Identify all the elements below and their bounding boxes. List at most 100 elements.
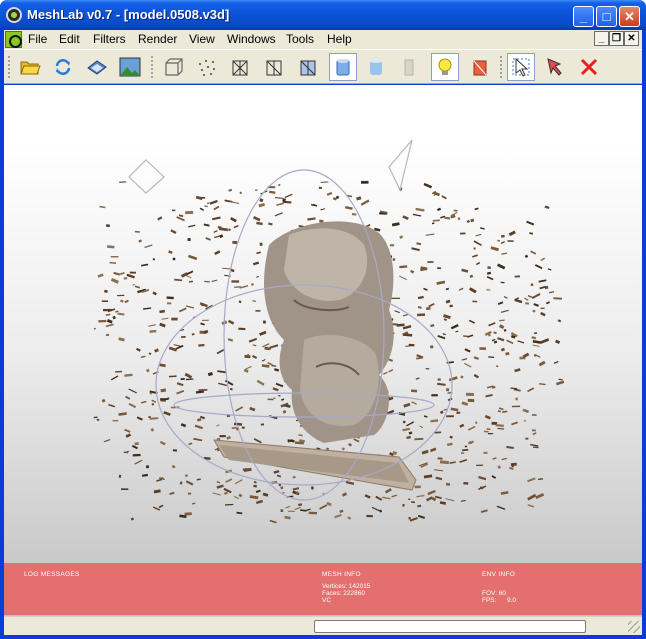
- point-speck: [276, 474, 282, 478]
- menu-render[interactable]: Render: [138, 32, 177, 46]
- point-speck: [411, 389, 418, 393]
- point-speck: [261, 359, 266, 362]
- menu-file[interactable]: File: [28, 32, 47, 46]
- point-speck: [423, 182, 433, 189]
- point-speck: [529, 232, 534, 235]
- wireframe-icon[interactable]: [226, 53, 254, 81]
- menu-view[interactable]: View: [189, 32, 215, 46]
- point-speck: [412, 213, 422, 217]
- point-speck: [414, 485, 421, 489]
- reload-icon[interactable]: [49, 53, 77, 81]
- menu-help[interactable]: Help: [327, 32, 352, 46]
- point-speck: [473, 356, 479, 360]
- mesh-info-header: MESH INFO: [322, 571, 361, 578]
- select-faces-icon[interactable]: [507, 53, 535, 81]
- mdi-minimize-button[interactable]: _: [594, 31, 609, 46]
- maximize-button[interactable]: □: [596, 6, 617, 27]
- point-speck: [514, 298, 523, 304]
- point-speck: [146, 465, 150, 469]
- point-speck: [256, 221, 263, 226]
- point-speck: [345, 480, 355, 485]
- point-speck: [213, 230, 218, 233]
- point-speck: [99, 205, 106, 209]
- close-button[interactable]: ✕: [619, 6, 640, 27]
- title-bar[interactable]: MeshLab v0.7 - [model.0508.v3d] _ □ ✕: [0, 0, 646, 30]
- point-speck: [117, 294, 125, 297]
- point-speck: [103, 289, 108, 294]
- point-speck: [171, 464, 176, 469]
- point-speck: [298, 503, 303, 507]
- mesh-render[interactable]: [4, 85, 642, 563]
- point-speck: [168, 375, 177, 378]
- point-speck: [503, 329, 507, 332]
- minimize-button[interactable]: _: [573, 6, 594, 27]
- point-speck: [439, 460, 449, 465]
- point-speck: [184, 512, 192, 516]
- point-speck: [191, 332, 195, 336]
- mdi-restore-button[interactable]: ❐: [609, 31, 624, 46]
- point-speck: [483, 430, 489, 433]
- point-speck: [436, 207, 442, 212]
- smooth-shading-icon[interactable]: [362, 53, 390, 81]
- menu-bar: File Edit Filters Render View Windows To…: [4, 30, 642, 49]
- backface-culling-icon[interactable]: [466, 53, 494, 81]
- point-speck: [459, 459, 468, 463]
- mdi-close-button[interactable]: ✕: [624, 31, 639, 46]
- point-speck: [213, 205, 220, 211]
- point-speck: [233, 422, 243, 426]
- point-speck: [493, 340, 498, 344]
- flat-lines-icon[interactable]: [294, 53, 322, 81]
- texture-icon[interactable]: [395, 53, 423, 81]
- document-icon[interactable]: [5, 31, 22, 48]
- toolbar-grip[interactable]: [499, 55, 503, 79]
- menu-edit[interactable]: Edit: [59, 32, 80, 46]
- point-speck: [168, 346, 178, 352]
- bounding-box-icon[interactable]: [159, 53, 187, 81]
- point-speck: [128, 402, 137, 409]
- point-speck: [148, 324, 156, 327]
- point-speck: [125, 395, 131, 400]
- point-speck: [431, 222, 435, 225]
- point-speck: [176, 216, 185, 222]
- delete-selection-icon[interactable]: [575, 53, 603, 81]
- light-icon[interactable]: [431, 53, 459, 81]
- point-speck: [284, 193, 293, 199]
- point-speck: [503, 296, 508, 299]
- select-vertices-icon[interactable]: [541, 53, 569, 81]
- point-speck: [486, 428, 491, 431]
- points-icon[interactable]: [193, 53, 221, 81]
- log-messages-header: LOG MESSAGES: [24, 571, 80, 578]
- point-speck: [423, 287, 428, 291]
- point-speck: [403, 333, 413, 337]
- point-speck: [110, 277, 119, 284]
- point-speck: [259, 330, 267, 336]
- point-speck: [216, 484, 224, 489]
- flat-shading-icon[interactable]: [329, 53, 357, 81]
- open-folder-icon[interactable]: [16, 53, 44, 81]
- point-speck: [216, 348, 225, 355]
- toolbar-grip[interactable]: [7, 55, 11, 79]
- menu-tools[interactable]: Tools: [286, 32, 314, 46]
- point-speck: [185, 305, 195, 309]
- save-icon[interactable]: [83, 53, 111, 81]
- toolbar-grip[interactable]: [150, 55, 154, 79]
- 3d-viewport[interactable]: LOG MESSAGES MESH INFO Vertices: 142015 …: [4, 85, 642, 616]
- point-speck: [455, 330, 459, 333]
- point-speck: [435, 476, 443, 481]
- point-speck: [539, 383, 546, 386]
- point-speck: [131, 444, 138, 450]
- snapshot-icon[interactable]: [116, 53, 144, 81]
- point-speck: [256, 251, 261, 255]
- point-speck: [473, 373, 479, 379]
- meshlab-app-icon[interactable]: [6, 7, 22, 23]
- point-speck: [280, 509, 284, 512]
- hidden-lines-icon[interactable]: [260, 53, 288, 81]
- menu-filters[interactable]: Filters: [93, 32, 126, 46]
- point-speck: [498, 407, 504, 411]
- menu-windows[interactable]: Windows: [227, 32, 276, 46]
- point-speck: [153, 489, 161, 494]
- point-speck: [382, 496, 391, 500]
- point-speck: [274, 196, 284, 199]
- point-speck: [392, 257, 396, 262]
- resize-grip[interactable]: [628, 621, 640, 633]
